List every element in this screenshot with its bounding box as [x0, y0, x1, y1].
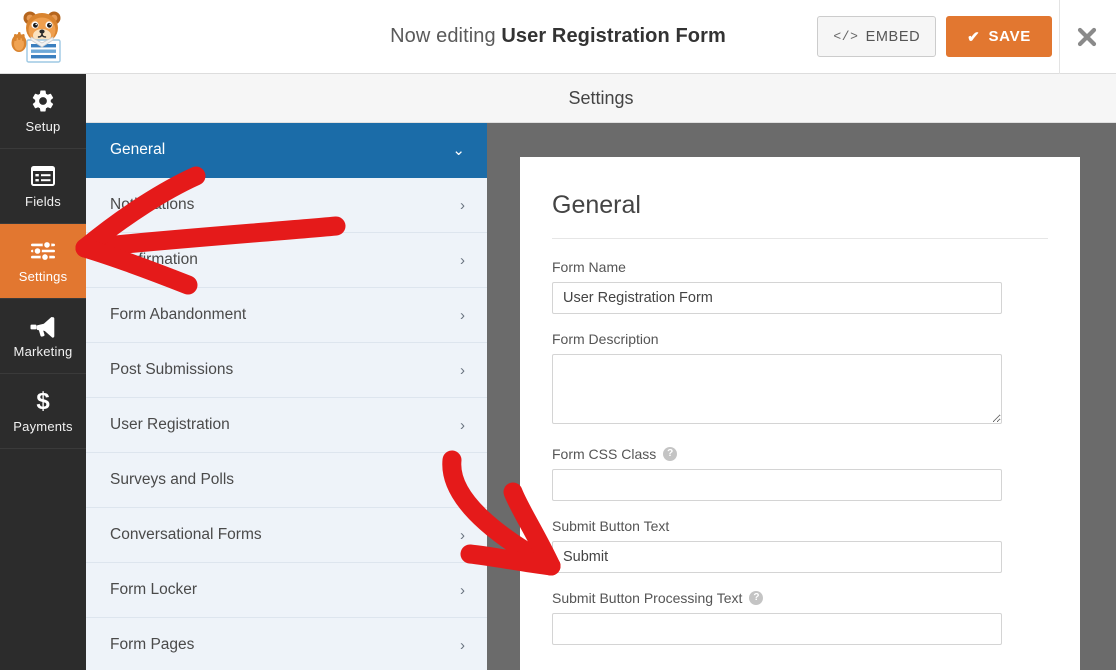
submit-button-processing-text-input[interactable]	[552, 613, 1002, 645]
settings-menu-item-surveys-and-polls[interactable]: Surveys and Polls	[86, 453, 487, 508]
sidebar-item-settings[interactable]: Settings	[0, 224, 86, 299]
menu-item-label: Confirmation	[110, 251, 198, 268]
chevron-right-icon: ›	[460, 361, 465, 379]
settings-menu-item-form-pages[interactable]: Form Pages ›	[86, 618, 487, 670]
field-form-name: Form Name	[552, 259, 1048, 314]
form-name-input[interactable]	[552, 282, 1002, 314]
form-description-label: Form Description	[552, 331, 659, 347]
sidebar-item-setup[interactable]: Setup	[0, 74, 86, 149]
chevron-down-icon: ⌄	[452, 141, 465, 159]
dollar-icon: $	[33, 388, 53, 414]
embed-button-label: EMBED	[865, 28, 921, 45]
field-form-description: Form Description	[552, 331, 1048, 429]
settings-menu-item-form-locker[interactable]: Form Locker ›	[86, 563, 487, 618]
chevron-right-icon: ›	[460, 416, 465, 434]
chevron-right-icon: ›	[460, 196, 465, 214]
settings-menu-item-form-abandonment[interactable]: Form Abandonment ›	[86, 288, 487, 343]
svg-text:$: $	[36, 388, 50, 414]
megaphone-icon	[29, 313, 57, 339]
bear-logo-icon	[11, 11, 61, 63]
sidebar-item-label: Payments	[13, 419, 73, 434]
general-settings-panel: General Form Name Form Description Form …	[520, 157, 1080, 670]
top-bar-divider	[1059, 0, 1060, 74]
menu-item-label: Post Submissions	[110, 361, 234, 378]
field-submit-button-text: Submit Button Text	[552, 518, 1048, 573]
top-bar: Now editing User Registration Form </> E…	[0, 0, 1116, 74]
submit-button-text-input[interactable]	[552, 541, 1002, 573]
help-icon[interactable]: ?	[749, 591, 764, 605]
panel-divider	[552, 238, 1048, 239]
editing-form-name: User Registration Form	[501, 25, 726, 47]
settings-menu-item-confirmation[interactable]: Confirmation ›	[86, 233, 487, 288]
menu-item-label: Notifications	[110, 196, 195, 213]
wpforms-bear-logo	[8, 2, 72, 68]
field-submit-button-processing-text: Submit Button Processing Text ?	[552, 590, 1048, 645]
chevron-right-icon: ›	[460, 306, 465, 324]
menu-item-label: Form Locker	[110, 581, 197, 598]
settings-menu-item-user-registration[interactable]: User Registration ›	[86, 398, 487, 453]
help-icon[interactable]: ?	[663, 447, 678, 461]
code-icon: </>	[833, 29, 859, 44]
now-editing-prefix: Now editing	[390, 25, 502, 47]
sidebar-item-label: Marketing	[13, 344, 73, 359]
builder-sidebar: Setup Fields Settings Marketing $ Paymen…	[0, 74, 86, 670]
sidebar-item-label: Fields	[25, 194, 61, 209]
form-css-class-label: Form CSS Class ?	[552, 446, 1048, 462]
embed-button[interactable]: </> EMBED	[817, 16, 937, 57]
chevron-right-icon: ›	[460, 581, 465, 599]
settings-menu: General ⌄ Notifications › Confirmation ›…	[86, 123, 487, 670]
menu-item-label: General	[110, 141, 166, 158]
chevron-right-icon: ›	[460, 636, 465, 654]
chevron-right-icon: ›	[460, 251, 465, 269]
settings-menu-item-general[interactable]: General ⌄	[86, 123, 487, 178]
settings-menu-item-conversational-forms[interactable]: Conversational Forms ›	[86, 508, 487, 563]
submit-button-text-label: Submit Button Text	[552, 518, 670, 534]
menu-item-label: User Registration	[110, 416, 230, 433]
save-button-label: SAVE	[988, 28, 1031, 45]
wpforms-form-builder: Now editing User Registration Form </> E…	[0, 0, 1116, 670]
form-css-class-input[interactable]	[552, 469, 1002, 501]
field-form-css-class: Form CSS Class ?	[552, 446, 1048, 501]
menu-item-label: Surveys and Polls	[110, 471, 235, 488]
chevron-right-icon: ›	[460, 526, 465, 544]
submit-button-processing-text-label: Submit Button Processing Text ?	[552, 590, 1048, 606]
sidebar-item-payments[interactable]: $ Payments	[0, 374, 86, 449]
save-button[interactable]: ✔ SAVE	[946, 16, 1052, 57]
settings-subheader-title: Settings	[568, 87, 634, 108]
panel-title: General	[552, 191, 641, 219]
settings-menu-item-notifications[interactable]: Notifications ›	[86, 178, 487, 233]
close-icon	[1077, 27, 1097, 47]
check-icon: ✔	[967, 28, 981, 46]
settings-menu-item-post-submissions[interactable]: Post Submissions ›	[86, 343, 487, 398]
close-button[interactable]	[1070, 20, 1104, 54]
top-bar-actions: </> EMBED ✔ SAVE	[817, 16, 1052, 57]
sidebar-item-fields[interactable]: Fields	[0, 149, 86, 224]
fields-list-icon	[30, 163, 56, 189]
gear-icon	[30, 88, 56, 114]
menu-item-label: Form Pages	[110, 636, 195, 653]
sidebar-item-label: Setup	[25, 119, 61, 134]
sidebar-item-marketing[interactable]: Marketing	[0, 299, 86, 374]
settings-subheader: Settings	[86, 74, 1116, 123]
menu-item-label: Form Abandonment	[110, 306, 247, 323]
menu-item-label: Conversational Forms	[110, 526, 262, 543]
sidebar-item-label: Settings	[18, 269, 68, 284]
form-name-label: Form Name	[552, 259, 626, 275]
settings-content-area: General Form Name Form Description Form …	[487, 123, 1116, 670]
form-description-textarea[interactable]	[552, 354, 1002, 424]
sliders-icon	[29, 238, 57, 264]
